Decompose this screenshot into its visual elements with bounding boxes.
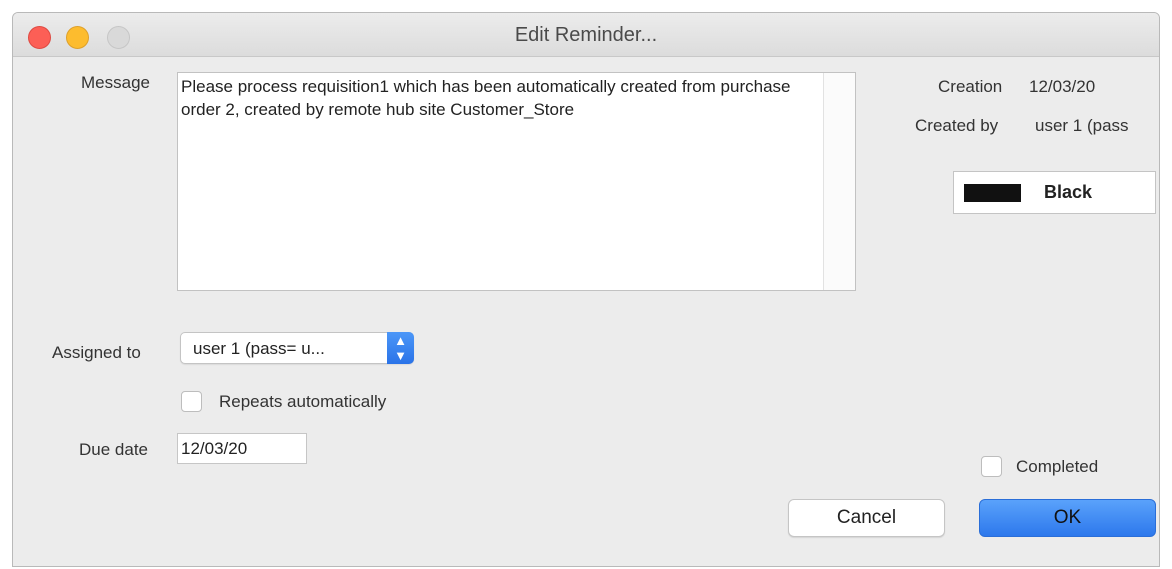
window-title: Edit Reminder... (514, 24, 658, 46)
creation-label: Creation (938, 77, 1003, 96)
cancel-button[interactable]: Cancel (788, 499, 945, 537)
select-arrows-icon: ▲ ▼ (387, 332, 414, 364)
repeats-automatically-checkbox[interactable] (181, 391, 202, 412)
ok-button[interactable]: OK (979, 499, 1156, 537)
repeats-automatically-label: Repeats automatically (219, 392, 387, 411)
assigned-to-label: Assigned to (52, 343, 141, 362)
creation-date: 12/03/20 (1029, 77, 1096, 96)
color-name: Black (1044, 182, 1093, 202)
completed-label: Completed (1016, 457, 1099, 476)
assigned-to-select[interactable]: user 1 (pass= u... ▲ ▼ (180, 332, 414, 364)
message-scrollbar[interactable] (823, 73, 855, 290)
due-date-label: Due date (79, 440, 148, 459)
message-text: Please process requisition1 which has be… (181, 77, 791, 119)
title-bar[interactable]: Edit Reminder... (13, 13, 1159, 57)
edit-reminder-window: Edit Reminder... Message Please process … (12, 12, 1160, 567)
message-textarea[interactable]: Please process requisition1 which has be… (177, 72, 856, 291)
created-by-label: Created by (915, 116, 999, 135)
message-label: Message (81, 73, 150, 92)
assigned-to-value: user 1 (pass= u... (193, 339, 325, 358)
color-swatch (964, 184, 1021, 202)
created-by-value: user 1 (pass (1035, 116, 1129, 135)
due-date-value: 12/03/20 (181, 439, 248, 458)
color-picker[interactable]: Black (953, 171, 1156, 214)
completed-checkbox[interactable] (981, 456, 1002, 477)
due-date-field[interactable]: 12/03/20 (177, 433, 307, 464)
